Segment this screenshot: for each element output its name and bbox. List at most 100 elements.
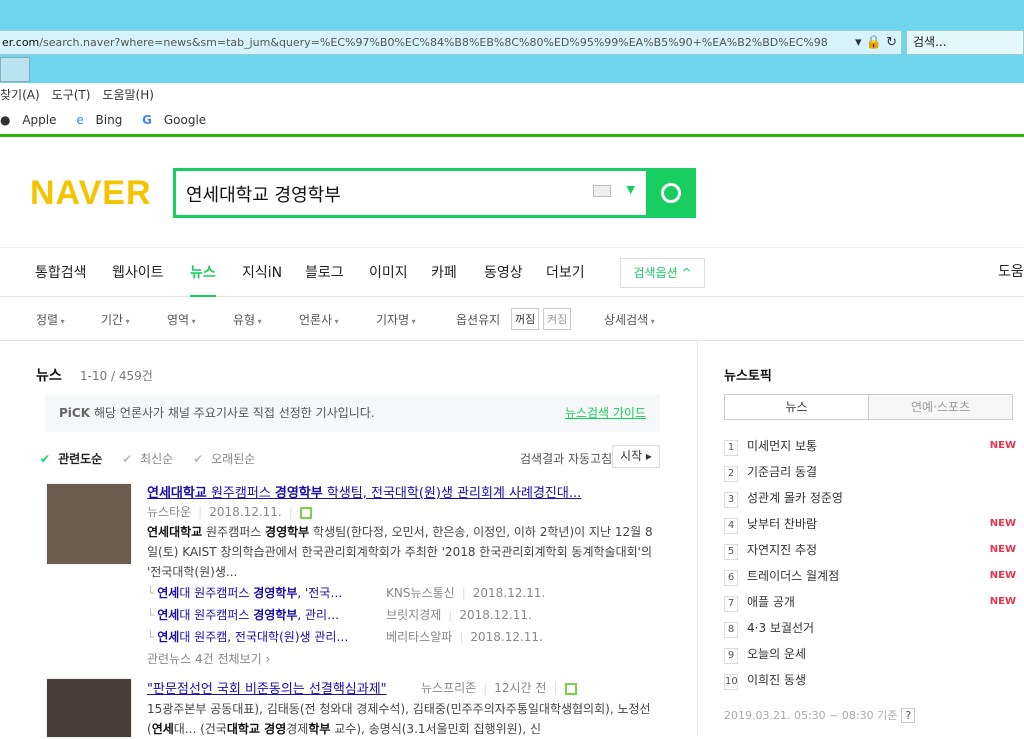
topic-item[interactable]: 9 오늘의 운세: [724, 645, 1016, 665]
tab-kin[interactable]: 지식iN: [242, 262, 282, 282]
topic-item[interactable]: 7 애플 공개 NEW: [724, 593, 1016, 613]
topic-item[interactable]: 1 미세먼지 보통 NEW: [724, 437, 1016, 457]
tab-image[interactable]: 이미지: [369, 262, 408, 282]
topic-item[interactable]: 6 트레이더스 월계점 NEW: [724, 567, 1016, 587]
related-source[interactable]: 베리타스알파: [386, 630, 452, 644]
refresh-icon[interactable]: ↻: [886, 35, 897, 50]
naver-logo[interactable]: NAVER: [30, 174, 152, 213]
filter-period[interactable]: 기간: [101, 311, 130, 328]
search-query: 연세대학교 경영학부: [186, 185, 341, 206]
rank-number: 9: [724, 648, 738, 664]
rank-number: 3: [724, 492, 738, 508]
topic-item[interactable]: 2 기준금리 동결: [724, 463, 1016, 483]
lock-icon[interactable]: 🔒: [866, 35, 882, 50]
topic-item[interactable]: 5 자연지진 추정 NEW: [724, 541, 1016, 561]
article-title[interactable]: 연세대학교 원주캠퍼스 경영학부 학생팀, 전국대학(원)생 관리회계 사례경진…: [147, 482, 581, 501]
rank-number: 1: [724, 440, 738, 456]
text-segment: 경영학부: [253, 586, 298, 600]
detail-search[interactable]: 상세검색: [604, 311, 655, 328]
filter-sort[interactable]: 정렬: [36, 311, 65, 328]
article-date: 12시간 전: [494, 681, 547, 695]
text-segment: 경제: [286, 722, 309, 736]
help-link[interactable]: 도움: [998, 261, 1024, 281]
topic-item[interactable]: 10 이희진 동생: [724, 671, 1016, 691]
text-segment: 대 원주캠, 전국대학(원)생 관리…: [179, 630, 349, 644]
tab-integrated[interactable]: 통합검색: [35, 262, 87, 282]
auto-refresh-start-button[interactable]: 시작 ▸: [612, 445, 660, 468]
tab-blog[interactable]: 블로그: [305, 262, 344, 282]
new-badge: NEW: [989, 570, 1016, 581]
article-thumbnail[interactable]: [46, 483, 132, 565]
keep-on-toggle[interactable]: 켜짐: [543, 308, 572, 330]
address-bar[interactable]: er.com/search.naver?where=news&sm=tab_ju…: [0, 30, 902, 55]
related-date: 2018.12.11.: [459, 608, 532, 622]
article-date: 2018.12.11.: [209, 505, 282, 519]
share-icon[interactable]: [564, 682, 577, 695]
search-button[interactable]: [646, 168, 696, 218]
tab-cafe[interactable]: 카페: [431, 262, 457, 282]
tab-news[interactable]: 뉴스: [190, 262, 216, 297]
tab-video[interactable]: 동영상: [484, 262, 523, 282]
text-segment: 경영학부: [253, 608, 298, 622]
related-title[interactable]: 연세대 원주캠퍼스 경영학부, 관리…: [157, 606, 382, 623]
sort-oldest[interactable]: ✔ 오래된순: [193, 452, 263, 466]
related-news-more-link[interactable]: 관련뉴스 4건 전체보기 ›: [147, 650, 270, 667]
fav-bing[interactable]: e Bing: [76, 113, 130, 127]
tab-website[interactable]: 웹사이트: [112, 262, 164, 282]
chevron-down-icon[interactable]: ▼: [627, 183, 635, 196]
search-input[interactable]: 연세대학교 경영학부 ▼: [173, 168, 647, 218]
related-title[interactable]: 연세대 원주캠퍼스 경영학부, '전국…: [157, 584, 382, 601]
filter-area[interactable]: 영역: [167, 311, 196, 328]
fav-label: Bing: [95, 113, 123, 127]
text-segment: 학생팀, 전국대학(원)생 관리회계 사례경진대...: [322, 486, 582, 501]
text-segment: 연세대학교: [147, 525, 203, 539]
filter-reporter[interactable]: 기자명: [376, 311, 416, 328]
text-segment: 연세대학교: [147, 486, 207, 501]
article-source[interactable]: 뉴스프리존: [421, 681, 476, 695]
topic-item[interactable]: 8 4·3 보궐선거: [724, 619, 1016, 639]
related-source[interactable]: 브릿지경제: [386, 608, 441, 622]
filter-press[interactable]: 언론사: [299, 311, 339, 328]
filter-bar: 정렬 기간 영역 유형 언론사 기자명 옵션유지 꺼짐 켜짐 상세검색: [0, 297, 1024, 341]
dropdown-icon[interactable]: ▾: [855, 35, 862, 50]
topic-item[interactable]: 4 낮부터 찬바람 NEW: [724, 515, 1016, 535]
news-guide-link[interactable]: 뉴스검색 가이드: [565, 395, 646, 432]
new-badge: NEW: [989, 440, 1016, 451]
topic-item[interactable]: 3 성관계 몰카 정준영: [724, 489, 1016, 509]
sort-latest[interactable]: ✔ 최신순: [122, 452, 181, 466]
web-search-input[interactable]: 검색...: [906, 30, 1024, 55]
text-segment: 대학교 경영: [226, 722, 287, 736]
timestamp-text: 2019.03.21. 05:30 ~ 08:30 기준: [724, 709, 898, 722]
tab-more[interactable]: 더보기: [546, 262, 585, 282]
rank-number: 4: [724, 518, 738, 534]
menu-favorites[interactable]: 찾기(A): [0, 88, 40, 102]
filter-type[interactable]: 유형: [233, 311, 262, 328]
text-segment: 경영학부: [265, 525, 310, 539]
menu-tools[interactable]: 도구(T): [52, 88, 91, 102]
search-tabs: 통합검색 웹사이트 뉴스 지식iN 블로그 이미지 카페 동영상 더보기 검색옵…: [0, 247, 1024, 297]
topic-tab-news[interactable]: 뉴스: [725, 395, 868, 419]
article-source[interactable]: 뉴스타운: [147, 505, 191, 519]
fav-google[interactable]: G Google: [142, 113, 214, 127]
related-title[interactable]: 연세대 원주캠, 전국대학(원)생 관리…: [157, 628, 382, 645]
new-badge: NEW: [989, 544, 1016, 555]
fav-apple[interactable]: ● Apple: [0, 113, 64, 127]
pick-text: 해당 언론사가 채널 주요기사로 직접 선정한 기사입니다.: [94, 406, 375, 420]
related-source[interactable]: KNS뉴스통신: [386, 586, 455, 600]
article-title[interactable]: "판문점선언 국회 비준동의는 선결핵심과제": [147, 678, 387, 697]
text-segment: 경영학부: [274, 486, 323, 501]
apple-icon: ●: [0, 113, 11, 127]
browser-tab[interactable]: [0, 57, 30, 82]
new-badge: NEW: [989, 518, 1016, 529]
article-thumbnail[interactable]: [46, 678, 132, 738]
keyboard-icon[interactable]: [593, 185, 611, 197]
sort-relevance[interactable]: ✔ 관련도순: [40, 452, 110, 466]
share-icon[interactable]: [299, 506, 312, 519]
keep-off-toggle[interactable]: 꺼짐: [511, 308, 540, 330]
search-options-button[interactable]: 검색옵션 ^: [620, 258, 705, 288]
menu-help[interactable]: 도움말(H): [102, 88, 154, 102]
favorites-bar: ● Apple e Bing G Google: [0, 107, 1024, 134]
help-button[interactable]: ?: [901, 708, 916, 723]
ie-icon: e: [76, 113, 84, 127]
topic-tab-entertainment[interactable]: 연예·스포츠: [868, 395, 1012, 419]
